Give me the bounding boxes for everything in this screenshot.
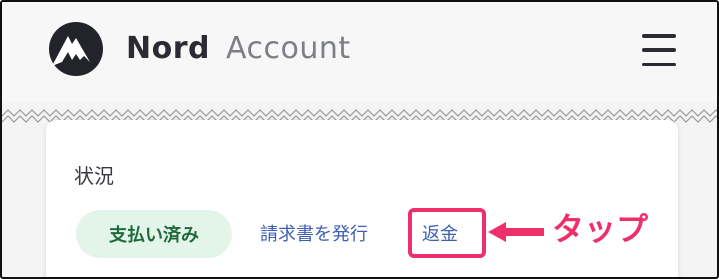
tap-annotation: タップ	[552, 210, 649, 248]
menu-bar	[642, 62, 676, 66]
menu-bar	[642, 34, 676, 38]
left-arrow-icon	[488, 222, 544, 242]
menu-bar	[642, 48, 676, 52]
screenshot-frame: Nord Account 状況 支払い済み 請求書を発行 返金 タップ	[0, 0, 719, 279]
app-header: Nord Account	[2, 2, 717, 102]
hamburger-menu-icon[interactable]	[642, 34, 678, 66]
brand-name-nord: Nord	[126, 31, 210, 66]
refund-link[interactable]: 返金	[422, 220, 458, 246]
issue-invoice-link[interactable]: 請求書を発行	[260, 220, 368, 246]
status-label: 状況	[74, 164, 114, 188]
paid-status-badge: 支払い済み	[76, 210, 232, 258]
brand-name-account: Account	[226, 31, 351, 66]
nord-logo-icon[interactable]	[44, 22, 108, 76]
